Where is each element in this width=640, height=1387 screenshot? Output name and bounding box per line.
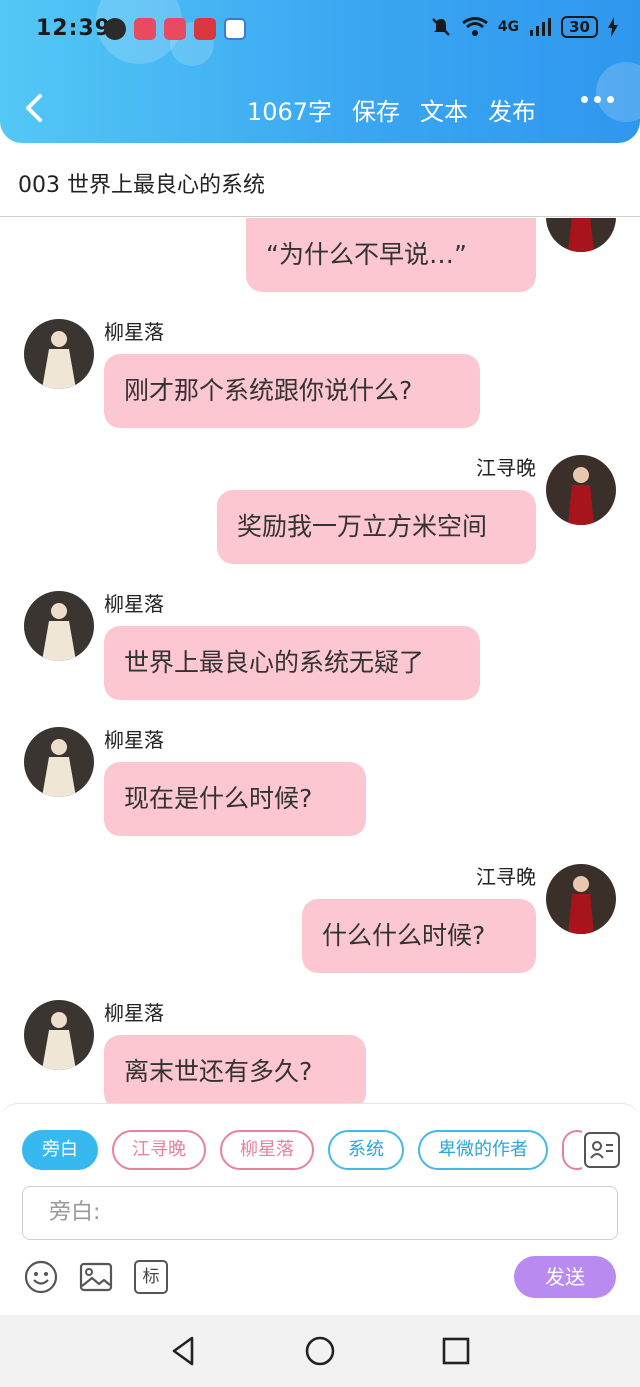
battery-level: 30	[561, 16, 598, 38]
message-left: 柳星落 现在是什么时候?	[0, 724, 640, 844]
avatar-jiang	[546, 864, 616, 934]
charging-icon	[608, 17, 618, 37]
message-bubble[interactable]: 离末世还有多久?	[104, 1035, 366, 1103]
speaker-name: 柳星落	[104, 320, 164, 344]
speaker-name: 江寻晚	[476, 456, 536, 480]
message-left: 柳星落 刚才那个系统跟你说什么?	[0, 316, 640, 436]
message-left: 柳星落 世界上最良心的系统无疑了	[0, 588, 640, 708]
notification-icons	[104, 18, 246, 40]
message-right: 江寻晚 什么什么时候?	[0, 861, 640, 981]
role-selector: 旁白 江寻晚 柳星落 系统 卑微的作者	[22, 1130, 582, 1172]
contact-card-icon	[590, 1141, 613, 1159]
editor-toolbar: 1067字 保存 文本 发布	[0, 84, 640, 134]
app-header: 12:39 4G 30 1067字 保存 文本 发布	[0, 0, 640, 143]
message-bubble[interactable]: 现在是什么时候?	[104, 762, 366, 836]
app-screen: 12:39 4G 30 1067字 保存 文本 发布 003 世界上最良心的系统…	[0, 0, 640, 1387]
app-notification-icon	[134, 18, 156, 40]
emoji-button[interactable]	[24, 1260, 58, 1294]
chevron-left-icon	[26, 94, 42, 122]
huawei-notification-icon	[194, 18, 216, 40]
role-chip-narrator[interactable]: 旁白	[22, 1130, 98, 1170]
publish-button[interactable]: 发布	[488, 92, 536, 127]
role-chip-liu[interactable]: 柳星落	[220, 1130, 314, 1170]
nav-home-button[interactable]	[304, 1335, 336, 1367]
avatar-notification-icon	[104, 18, 126, 40]
avatar-liu	[24, 591, 94, 661]
contacts-button[interactable]	[584, 1132, 620, 1168]
square-recent-icon	[442, 1337, 470, 1365]
avatar-liu	[24, 727, 94, 797]
app-notification-icon	[224, 18, 246, 40]
wifi-icon	[461, 17, 488, 36]
message-bubble[interactable]: 奖励我一万立方米空间	[217, 490, 536, 564]
more-dots-icon[interactable]	[581, 96, 614, 103]
role-chip-more[interactable]	[562, 1130, 582, 1170]
text-button[interactable]: 文本	[420, 92, 468, 127]
tag-button[interactable]: 标	[134, 1260, 168, 1294]
narration-input[interactable]: 旁白:	[22, 1186, 618, 1240]
send-button[interactable]: 发送	[514, 1256, 616, 1298]
speaker-name: 柳星落	[104, 592, 164, 616]
smile-icon	[24, 1260, 58, 1294]
word-count: 1067字	[246, 98, 332, 126]
message-bubble[interactable]: 什么什么时候?	[302, 899, 536, 973]
back-button[interactable]	[18, 88, 54, 128]
message-bubble[interactable]: “为什么不早说…”	[246, 218, 536, 292]
story-title[interactable]: 003 世界上最良心的系统	[18, 167, 265, 199]
avatar-liu	[24, 319, 94, 389]
status-indicators: 4G 30	[430, 16, 618, 38]
avatar-jiang	[546, 455, 616, 525]
avatar-jiang	[546, 218, 616, 252]
message-bubble[interactable]: 世界上最良心的系统无疑了	[104, 626, 480, 700]
story-title-bar: 003 世界上最良心的系统	[0, 143, 640, 217]
speaker-name: 江寻晚	[476, 865, 536, 889]
triangle-back-icon	[172, 1336, 194, 1366]
role-chip-system[interactable]: 系统	[328, 1130, 404, 1170]
mute-bell-icon	[432, 18, 450, 36]
speaker-name: 柳星落	[104, 728, 164, 752]
image-icon	[79, 1262, 113, 1292]
speaker-name: 柳星落	[104, 1001, 164, 1025]
signal-icon	[530, 18, 552, 36]
avatar-liu	[24, 1000, 94, 1070]
role-chip-author[interactable]: 卑微的作者	[418, 1130, 548, 1170]
composer-panel: 旁白 江寻晚 柳星落 系统 卑微的作者 旁白: 标 发送	[0, 1103, 640, 1315]
save-button[interactable]: 保存	[352, 92, 400, 127]
message-left: 柳星落 离末世还有多久?	[0, 997, 640, 1103]
nav-recent-button[interactable]	[440, 1335, 472, 1367]
message-right: “为什么不早说…”	[0, 218, 640, 308]
clock: 12:39	[36, 16, 112, 41]
role-chip-jiang[interactable]: 江寻晚	[112, 1130, 206, 1170]
toolbar-actions: 1067字 保存 文本 发布	[247, 92, 536, 127]
network-type: 4G	[497, 19, 520, 35]
message-right: 江寻晚 奖励我一万立方米空间	[0, 452, 640, 572]
system-navigation-bar	[0, 1315, 640, 1387]
nav-back-button[interactable]	[168, 1335, 200, 1367]
app-notification-icon	[164, 18, 186, 40]
chat-list[interactable]: “为什么不早说…” 柳星落 刚才那个系统跟你说什么? 江寻晚 奖励我一万立方米空…	[0, 218, 640, 1103]
circle-home-icon	[305, 1336, 335, 1366]
status-bar: 12:39 4G 30	[0, 0, 640, 60]
message-bubble[interactable]: 刚才那个系统跟你说什么?	[104, 354, 480, 428]
image-button[interactable]	[79, 1260, 113, 1294]
